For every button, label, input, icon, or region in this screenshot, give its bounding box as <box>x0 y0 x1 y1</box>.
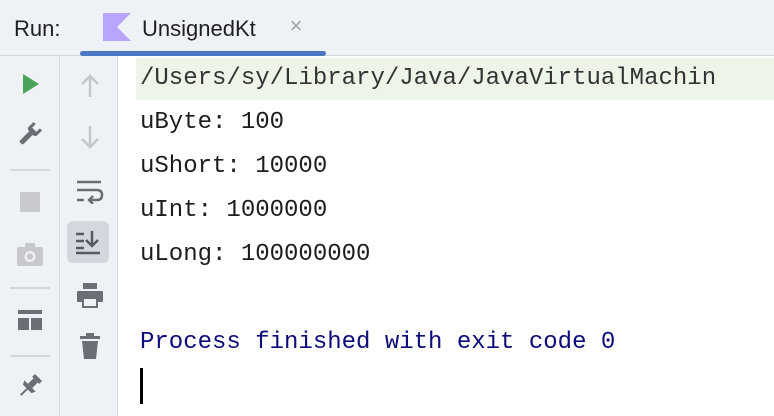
output-line: uShort: 10000 <box>140 153 328 180</box>
restore-layout-button[interactable] <box>10 300 50 340</box>
process-finished-line: Process finished with exit code 0 <box>140 329 616 356</box>
pin-tab-button[interactable] <box>10 366 50 406</box>
next-occurrence-button[interactable] <box>70 117 110 157</box>
scroll-to-end-icon <box>76 231 100 255</box>
clear-all-button[interactable] <box>70 326 110 366</box>
close-tab-icon[interactable]: × <box>286 14 306 38</box>
wrench-icon <box>19 121 43 145</box>
toolbar-separator <box>10 355 50 357</box>
run-label: Run: <box>14 16 61 41</box>
kotlin-icon <box>103 13 131 41</box>
stop-button[interactable] <box>10 182 50 222</box>
rerun-button[interactable] <box>10 64 50 104</box>
soft-wrap-button[interactable] <box>70 171 110 211</box>
output-line: uByte: 100 <box>140 109 285 136</box>
print-button[interactable] <box>70 275 110 315</box>
command-line: /Users/sy/Library/Java/JavaVirtualMachin <box>136 58 774 100</box>
previous-occurrence-button[interactable] <box>70 66 110 106</box>
rerun-icon <box>23 74 39 94</box>
tab-title: UnsignedKt <box>142 16 256 41</box>
pin-icon <box>20 373 43 396</box>
text-caret <box>140 368 143 404</box>
tab-unsignedkt[interactable]: UnsignedKt × <box>80 0 326 56</box>
soft-wrap-icon <box>77 180 104 204</box>
print-icon <box>77 283 103 308</box>
camera-icon <box>17 243 43 266</box>
modify-config-button[interactable] <box>10 114 50 154</box>
trash-icon <box>80 333 100 359</box>
output-line: uInt: 1000000 <box>140 197 328 224</box>
console-output[interactable]: /Users/sy/Library/Java/JavaVirtualMachin… <box>118 56 774 416</box>
output-line: uLong: 100000000 <box>140 241 371 268</box>
console-toolbar <box>60 56 118 416</box>
run-tool-window-header: Run: UnsignedKt × <box>0 0 774 56</box>
stop-icon <box>20 192 40 212</box>
scroll-to-end-button[interactable] <box>67 221 109 263</box>
dump-threads-button[interactable] <box>10 234 50 274</box>
toolbar-separator <box>10 287 50 289</box>
toolbar-separator <box>10 169 50 171</box>
run-toolbar <box>0 56 60 416</box>
layout-icon <box>18 310 42 330</box>
arrow-up-icon <box>81 74 99 97</box>
arrow-down-icon <box>81 126 99 149</box>
